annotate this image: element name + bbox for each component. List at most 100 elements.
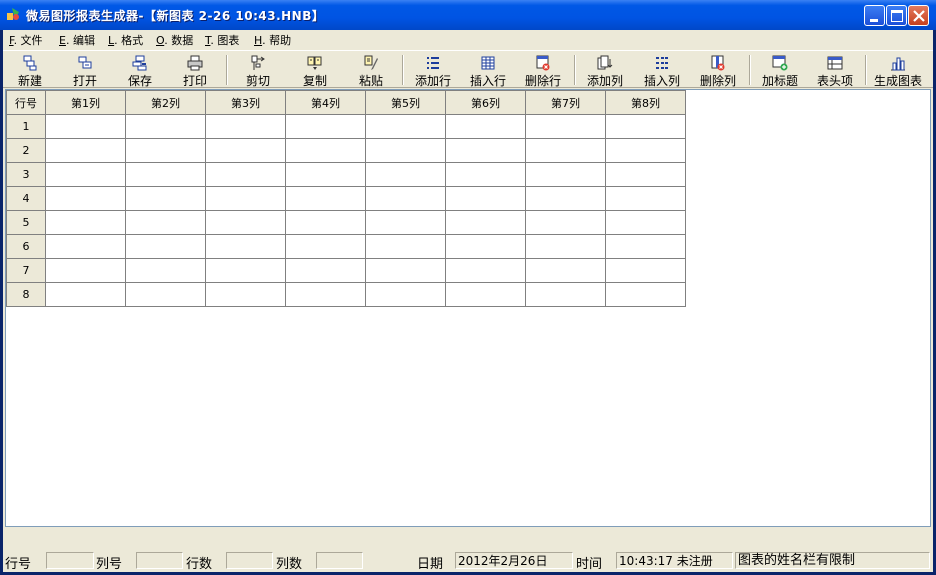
column-header[interactable]: 第3列 <box>205 90 286 115</box>
column-header[interactable]: 第8列 <box>605 90 686 115</box>
grid-cell[interactable] <box>45 162 126 187</box>
grid-cell[interactable] <box>125 210 206 235</box>
grid-cell[interactable] <box>445 162 526 187</box>
grid-cell[interactable] <box>125 258 206 283</box>
menu-file[interactable]: F. 文件 <box>9 32 43 48</box>
grid-cell[interactable] <box>445 210 526 235</box>
grid-cell[interactable] <box>45 210 126 235</box>
grid-cell[interactable] <box>605 162 686 187</box>
grid-cell[interactable] <box>205 282 286 307</box>
column-header[interactable]: 第6列 <box>445 90 526 115</box>
new-button[interactable]: 新建 <box>3 53 57 88</box>
grid-cell[interactable] <box>365 138 446 163</box>
grid-cell[interactable] <box>525 234 606 259</box>
grid-cell[interactable] <box>285 258 366 283</box>
menu-format[interactable]: L. 格式 <box>108 32 143 48</box>
generate-chart-button[interactable]: 生成图表 <box>869 53 927 88</box>
grid-cell[interactable] <box>205 258 286 283</box>
grid-cell[interactable] <box>125 162 206 187</box>
grid-cell[interactable] <box>205 138 286 163</box>
paste-button[interactable]: 粘贴 <box>344 53 398 88</box>
grid-cell[interactable] <box>605 258 686 283</box>
grid-cell[interactable] <box>365 114 446 139</box>
delete-row-button[interactable]: 删除行 <box>516 53 570 88</box>
grid-cell[interactable] <box>525 282 606 307</box>
grid-cell[interactable] <box>285 234 366 259</box>
menu-help[interactable]: H. 帮助 <box>254 32 291 48</box>
menu-edit[interactable]: E. 编辑 <box>59 32 95 48</box>
print-button[interactable]: 打印 <box>168 53 222 88</box>
grid-cell[interactable] <box>525 186 606 211</box>
grid-cell[interactable] <box>365 234 446 259</box>
grid-cell[interactable] <box>525 162 606 187</box>
save-button[interactable]: 保存 <box>113 53 167 88</box>
grid-cell[interactable] <box>445 186 526 211</box>
grid-cell[interactable] <box>445 282 526 307</box>
column-header[interactable]: 第4列 <box>285 90 366 115</box>
grid-cell[interactable] <box>525 210 606 235</box>
grid-cell[interactable] <box>365 162 446 187</box>
menu-data[interactable]: O. 数据 <box>156 32 193 48</box>
column-header[interactable]: 第7列 <box>525 90 606 115</box>
grid-cell[interactable] <box>45 282 126 307</box>
grid-cell[interactable] <box>205 186 286 211</box>
add-row-button[interactable]: 添加行 <box>406 53 460 88</box>
grid-cell[interactable] <box>125 138 206 163</box>
grid-cell[interactable] <box>205 162 286 187</box>
row-number-header[interactable]: 6 <box>6 234 46 259</box>
row-number-header[interactable]: 4 <box>6 186 46 211</box>
row-number-header[interactable]: 5 <box>6 210 46 235</box>
open-button[interactable]: 打开 <box>58 53 112 88</box>
grid-cell[interactable] <box>285 210 366 235</box>
column-header[interactable]: 第1列 <box>45 90 126 115</box>
grid-cell[interactable] <box>45 234 126 259</box>
close-button[interactable] <box>908 5 929 26</box>
delete-column-button[interactable]: 删除列 <box>691 53 745 88</box>
grid-cell[interactable] <box>285 162 366 187</box>
title-bar[interactable]: 微易图形报表生成器-【新图表 2-26 10:43.HNB】 <box>0 0 936 30</box>
grid-cell[interactable] <box>445 138 526 163</box>
menu-chart[interactable]: T. 图表 <box>205 32 239 48</box>
grid-cell[interactable] <box>285 282 366 307</box>
grid-cell[interactable] <box>365 186 446 211</box>
grid-cell[interactable] <box>525 138 606 163</box>
grid-cell[interactable] <box>285 138 366 163</box>
add-column-button[interactable]: 添加列 <box>578 53 632 88</box>
header-item-button[interactable]: 表头项 <box>808 53 862 88</box>
grid-cell[interactable] <box>45 258 126 283</box>
add-title-button[interactable]: 加标题 <box>753 53 807 88</box>
cut-button[interactable]: 剪切 <box>231 53 285 88</box>
copy-button[interactable]: 复制 <box>288 53 342 88</box>
grid-cell[interactable] <box>125 282 206 307</box>
grid-cell[interactable] <box>125 186 206 211</box>
column-header[interactable]: 第5列 <box>365 90 446 115</box>
grid-cell[interactable] <box>605 138 686 163</box>
grid-cell[interactable] <box>285 186 366 211</box>
grid-cell[interactable] <box>525 258 606 283</box>
column-header[interactable]: 第2列 <box>125 90 206 115</box>
row-number-header[interactable]: 8 <box>6 282 46 307</box>
grid-cell[interactable] <box>45 114 126 139</box>
grid-cell[interactable] <box>125 234 206 259</box>
grid-cell[interactable] <box>205 114 286 139</box>
minimize-button[interactable] <box>864 5 885 26</box>
grid-cell[interactable] <box>445 234 526 259</box>
row-number-header[interactable]: 3 <box>6 162 46 187</box>
grid-cell[interactable] <box>525 114 606 139</box>
row-number-header[interactable]: 7 <box>6 258 46 283</box>
grid-cell[interactable] <box>605 114 686 139</box>
grid-cell[interactable] <box>45 186 126 211</box>
grid-cell[interactable] <box>205 234 286 259</box>
grid-cell[interactable] <box>605 210 686 235</box>
grid-cell[interactable] <box>125 114 206 139</box>
maximize-button[interactable] <box>886 5 907 26</box>
grid-cell[interactable] <box>605 282 686 307</box>
grid-cell[interactable] <box>365 258 446 283</box>
insert-column-button[interactable]: 插入列 <box>635 53 689 88</box>
grid-cell[interactable] <box>45 138 126 163</box>
data-grid[interactable]: 行号 第1列 第2列 第3列 第4列 第5列 第6列 第7列 第8列 12345678 <box>5 89 931 527</box>
row-number-header[interactable]: 1 <box>6 114 46 139</box>
insert-row-button[interactable]: 插入行 <box>461 53 515 88</box>
grid-cell[interactable] <box>605 234 686 259</box>
grid-cell[interactable] <box>445 258 526 283</box>
